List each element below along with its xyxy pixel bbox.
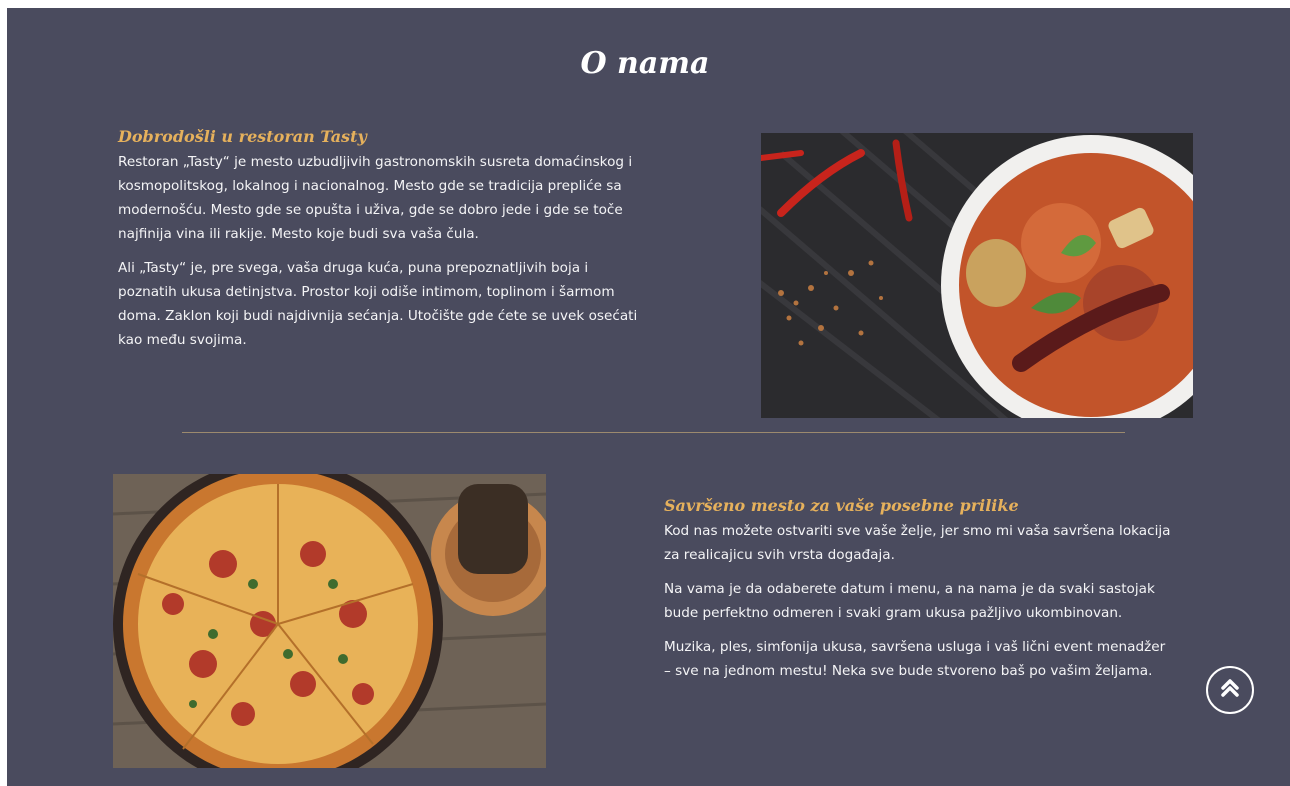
- welcome-paragraph-2: Ali „Tasty“ je, pre svega, vaša druga ku…: [118, 260, 638, 348]
- scroll-to-top-button[interactable]: [1206, 666, 1254, 714]
- occasions-paragraph-2: Na vama je da odaberete datum i menu, a …: [664, 581, 1155, 621]
- occasions-paragraph-3: Muzika, ples, simfonija ukusa, savršena …: [664, 639, 1166, 679]
- welcome-heading: Dobrodošli u restoran Tasty: [118, 127, 367, 146]
- occasions-block: Savršeno mesto za vaše posebne prilike K…: [664, 495, 1174, 693]
- occasions-heading: Savršeno mesto za vaše posebne prilike: [664, 496, 1019, 515]
- section-title: O nama: [580, 46, 710, 81]
- pizza-photo: [113, 474, 546, 768]
- about-section: O nama Dobrodošli u restoran Tasty Resto…: [7, 8, 1290, 786]
- curry-photo: [761, 133, 1193, 418]
- welcome-block: Dobrodošli u restoran Tasty Restoran „Ta…: [118, 126, 646, 362]
- double-chevron-up-icon: [1219, 677, 1241, 703]
- occasions-paragraph-1: Kod nas možete ostvariti sve vaše želje,…: [664, 523, 1171, 563]
- section-divider: [182, 432, 1125, 433]
- welcome-paragraph-1: Restoran „Tasty“ je mesto uzbudljivih ga…: [118, 154, 633, 242]
